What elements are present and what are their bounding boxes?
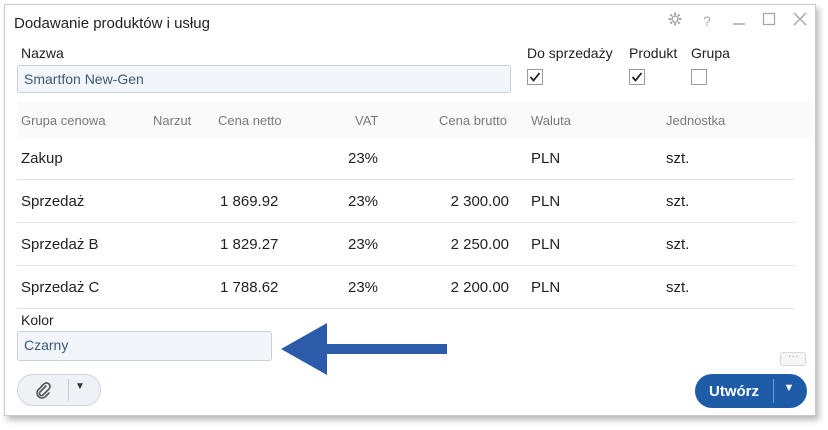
paperclip-icon [34,381,52,404]
cell-currency: PLN [531,150,561,167]
name-input[interactable]: Smartfon New-Gen [17,65,511,93]
col-price-group: Grupa cenowa [21,113,106,128]
col-vat: VAT [355,113,379,128]
maximize-icon[interactable] [759,11,779,31]
cell-unit: szt. [666,150,690,167]
cell-gross-price: 2 200.00 [450,279,509,296]
cell-price-group: Sprzedaż B [21,236,99,253]
table-row[interactable]: Sprzedaż C 1 788.62 23% 2 200.00 PLN szt… [17,266,795,309]
question-icon[interactable]: ? [697,11,717,31]
arrow-left-icon [281,323,451,380]
cell-unit: szt. [666,279,690,296]
attachment-button[interactable]: ▼ [17,374,101,406]
table-row[interactable]: Zakup 23% PLN szt. [17,137,795,180]
cell-gross-price: 2 250.00 [450,236,509,253]
cell-currency: PLN [531,193,561,210]
col-net-price: Cena netto [218,113,282,128]
color-input[interactable]: Czarny [17,331,272,361]
cell-net-price: 1 869.92 [220,193,279,210]
col-currency: Waluta [531,113,571,128]
chevron-down-icon[interactable]: ▼ [779,382,799,394]
cell-price-group: Sprzedaż C [21,279,100,296]
cell-vat: 23% [348,193,379,210]
product-label: Produkt [629,45,678,61]
gear-icon[interactable] [665,11,685,31]
cell-currency: PLN [531,279,561,296]
col-gross-price: Cena brutto [439,113,507,128]
checkmark-icon [529,72,541,82]
cell-gross-price: 2 300.00 [450,193,509,210]
for-sale-checkbox[interactable] [527,69,543,85]
separator [773,379,774,403]
minimize-icon[interactable] [729,11,749,31]
cell-vat: 23% [348,279,379,296]
for-sale-label: Do sprzedaży [527,45,613,61]
more-button[interactable]: ··· [780,352,806,366]
dialog-title: Dodawanie produktów i usług [14,15,210,32]
create-button-label: Utwórz [709,383,759,400]
cell-vat: 23% [348,150,379,167]
color-label: Kolor [21,312,54,328]
cell-net-price: 1 829.27 [220,236,279,253]
group-label: Grupa [691,45,730,61]
product-dialog: Dodawanie produktów i usług ? Nazwa Smar… [4,4,816,416]
cell-unit: szt. [666,236,690,253]
separator [68,379,69,401]
create-button[interactable]: Utwórz ▼ [695,374,807,408]
close-icon[interactable] [790,11,810,31]
table-row[interactable]: Sprzedaż 1 869.92 23% 2 300.00 PLN szt. [17,180,795,223]
cell-unit: szt. [666,193,690,210]
cell-price-group: Sprzedaż [21,193,85,210]
table-row[interactable]: Sprzedaż B 1 829.27 23% 2 250.00 PLN szt… [17,223,795,266]
cell-currency: PLN [531,236,561,253]
cell-net-price: 1 788.62 [220,279,279,296]
chevron-down-icon[interactable]: ▼ [75,381,85,392]
cell-vat: 23% [348,236,379,253]
product-checkbox[interactable] [629,69,645,85]
col-markup: Narzut [153,113,192,128]
group-checkbox[interactable] [691,69,707,85]
col-unit: Jednostka [666,113,726,128]
checkmark-icon [631,72,643,82]
name-label: Nazwa [21,45,64,61]
cell-price-group: Zakup [21,150,63,167]
